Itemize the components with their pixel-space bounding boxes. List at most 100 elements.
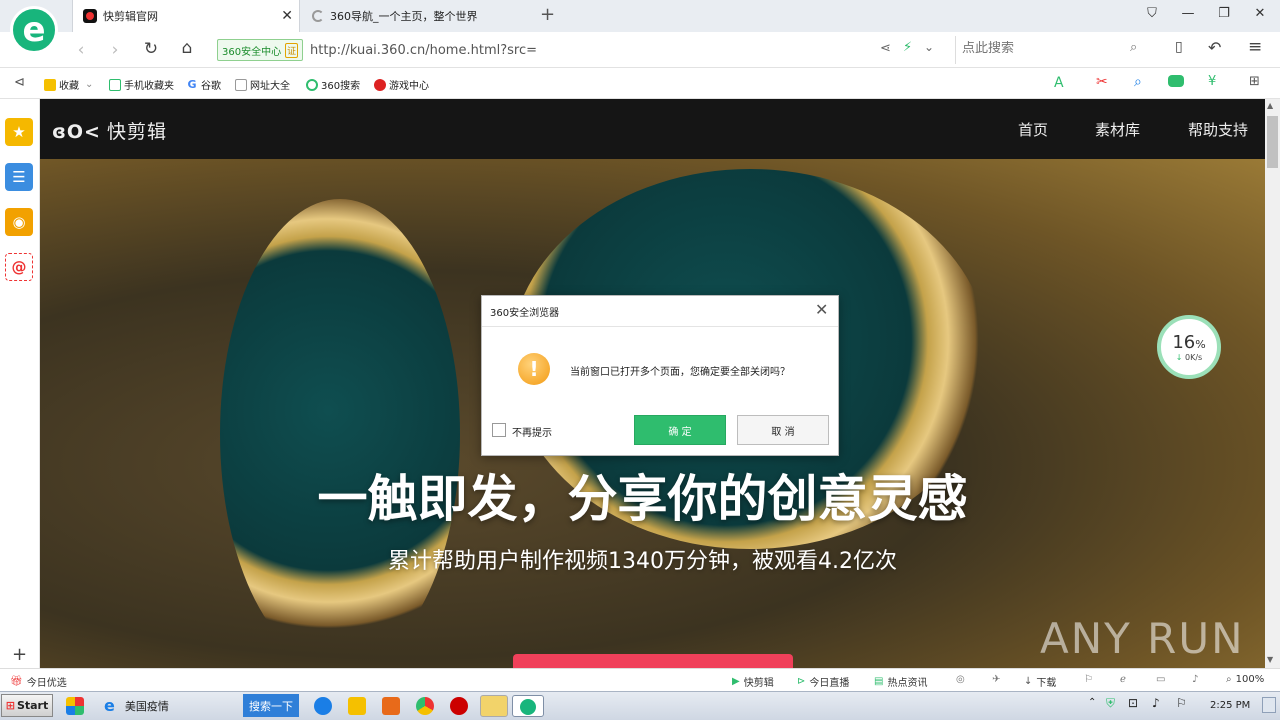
loading-icon [312, 10, 324, 22]
refresh-button[interactable]: ↻ [140, 39, 162, 59]
cancel-button[interactable]: 取 消 [737, 415, 829, 445]
security-badge-label: 360安全中心 [222, 46, 282, 58]
search-tool-icon[interactable]: ⌕ [1134, 74, 1142, 90]
window-icon[interactable]: ▭ [1156, 674, 1165, 685]
gift-icon: 🎁︎ [10, 676, 23, 687]
confirm-button[interactable]: 确 定 [634, 415, 726, 445]
add-sidebar-icon[interactable]: + [12, 644, 27, 665]
forward-button[interactable]: › [104, 40, 126, 60]
security-badge[interactable]: 360安全中心 证 [217, 39, 304, 61]
archive-icon[interactable] [480, 695, 508, 717]
skin-icon[interactable]: ⛉ [1140, 6, 1164, 21]
vertical-scrollbar[interactable] [1265, 99, 1280, 668]
collapse-sidebar-icon[interactable]: ⊲ [14, 75, 25, 90]
search-input[interactable] [962, 41, 1122, 56]
yuan-icon[interactable]: ¥ [1208, 74, 1216, 89]
tab-kuaijianji[interactable]: 快剪辑官网 ✕ [72, 0, 300, 32]
mobile-icon[interactable]: ▯ [1175, 39, 1183, 55]
browser-logo-icon[interactable]: e [10, 6, 58, 54]
kuaijianji-favicon-icon [83, 9, 97, 23]
speed-mode-icon[interactable]: ⚡ [903, 40, 912, 55]
bookmark-mobile-favorites[interactable]: 手机收藏夹 [109, 77, 174, 92]
clock[interactable]: 2:25 PM [1210, 700, 1250, 711]
tab-360-navigation[interactable]: 360导航_一个主页，整个世界 [302, 0, 530, 32]
undo-icon[interactable]: ↶ [1208, 38, 1221, 57]
ie-mode-icon[interactable]: ℯ [1120, 674, 1126, 685]
scrollbar-thumb[interactable] [1267, 116, 1278, 168]
game-center-icon [374, 78, 386, 91]
flag-icon[interactable]: ⚐ [1084, 674, 1093, 685]
nav-materials[interactable]: 素材库 [1095, 119, 1140, 140]
hero-subtitle: 累计帮助用户制作视频1340万分钟，被观看4.2亿次 [388, 549, 897, 574]
status-hot-news[interactable]: ▤ 热点资讯 [874, 674, 927, 689]
today-picks[interactable]: 🎁︎ 今日优选 [10, 674, 67, 689]
360-shield-icon[interactable]: ⛨ [1106, 696, 1115, 711]
accelerate-icon[interactable]: ◎ [956, 674, 965, 685]
folder-icon[interactable] [348, 697, 366, 715]
ie-taskbar-icon[interactable] [314, 697, 332, 715]
news-icon[interactable]: ☰ [5, 163, 33, 191]
network-speed-widget[interactable]: 16% ↓ 0K/s [1157, 315, 1221, 379]
home-button[interactable]: ⌂ [176, 38, 198, 58]
search-button[interactable]: 搜索一下 [243, 694, 299, 717]
nav-home[interactable]: 首页 [1018, 119, 1048, 140]
app-launcher-icon[interactable] [66, 697, 84, 715]
speed-percent: 16% [1172, 332, 1206, 353]
tab-close-icon[interactable]: ✕ [281, 8, 293, 24]
scroll-down-icon[interactable]: ▼ [1267, 655, 1273, 664]
url-input[interactable] [310, 41, 850, 59]
translate-icon[interactable]: A [1054, 75, 1064, 91]
close-window-button[interactable]: ✕ [1248, 6, 1272, 21]
bookmark-site-directory[interactable]: 网址大全 [235, 77, 290, 92]
more-grid-icon[interactable]: ⊞ [1249, 74, 1260, 89]
status-kuaijianji[interactable]: ▶ 快剪辑 [732, 674, 774, 689]
restore-button[interactable]: ❐ [1212, 6, 1236, 21]
volume-icon[interactable]: ♪ [1192, 674, 1198, 685]
bookmark-favorites[interactable]: 收藏 ⌄ [44, 77, 93, 92]
weibo-icon[interactable]: ◉ [5, 208, 33, 236]
share-icon[interactable]: ⋖ [880, 41, 891, 56]
hero-cta-button[interactable] [513, 654, 793, 668]
bookmark-game-center[interactable]: 游戏中心 [374, 77, 429, 92]
ie-icon: e [104, 696, 115, 715]
pin-icon[interactable]: ✈ [992, 674, 1000, 685]
tab-title: 360导航_一个主页，整个世界 [330, 10, 478, 23]
chrome-icon[interactable] [416, 697, 434, 715]
favorites-star-icon[interactable]: ★ [5, 118, 33, 146]
network-icon[interactable]: ⊡ [1128, 696, 1138, 710]
menu-icon[interactable]: ≡ [1248, 37, 1262, 57]
email-icon[interactable]: @ [5, 253, 33, 281]
play-icon: ▶ [732, 676, 740, 687]
show-desktop-button[interactable] [1262, 697, 1276, 713]
dialog-close-icon[interactable]: ✕ [815, 300, 828, 319]
chevron-down-icon[interactable]: ⌄ [924, 40, 934, 54]
gamepad-icon[interactable] [1168, 75, 1184, 87]
media-player-icon[interactable] [382, 697, 400, 715]
status-live[interactable]: ⊳ 今日直播 [797, 674, 849, 689]
windows-logo-icon: ⊞ [5, 699, 15, 712]
bookmark-360-search[interactable]: 360搜索 [306, 77, 360, 92]
new-tab-button[interactable]: + [540, 4, 555, 25]
opera-icon[interactable] [450, 697, 468, 715]
360-browser-taskbar-icon[interactable] [512, 695, 544, 717]
action-center-icon[interactable]: ⚐ [1176, 696, 1187, 710]
scroll-up-icon[interactable]: ▲ [1267, 101, 1273, 110]
system-tray: ⌃ ⛨ ⊡ ♪ ⚐ [1082, 694, 1280, 717]
bookmark-google[interactable]: G 谷歌 [186, 77, 221, 92]
dont-show-again-checkbox[interactable] [492, 423, 506, 437]
speaker-icon[interactable]: ♪ [1152, 696, 1160, 710]
status-download[interactable]: ↓ 下载 [1024, 674, 1056, 689]
zoom-control[interactable]: ⌕ 100% [1226, 674, 1264, 685]
nav-help[interactable]: 帮助支持 [1188, 119, 1248, 140]
taskbar-item-ie[interactable]: e 美国疫情 [104, 694, 169, 717]
site-logo[interactable]: ɞO< 快剪辑 [52, 117, 167, 144]
zoom-icon: ⌕ [1226, 674, 1232, 685]
scissors-icon[interactable]: ✂ [1096, 74, 1108, 90]
tray-expand-icon[interactable]: ⌃ [1088, 697, 1096, 708]
kuaijianji-logo-icon: ɞO< [52, 121, 101, 143]
back-button[interactable]: ‹ [70, 40, 92, 60]
search-icon[interactable]: ⌕ [1130, 40, 1137, 55]
minimize-button[interactable]: — [1176, 6, 1200, 21]
hero-title: 一触即发，分享你的创意灵感 [317, 470, 968, 528]
start-button[interactable]: ⊞ Start [1, 694, 53, 717]
